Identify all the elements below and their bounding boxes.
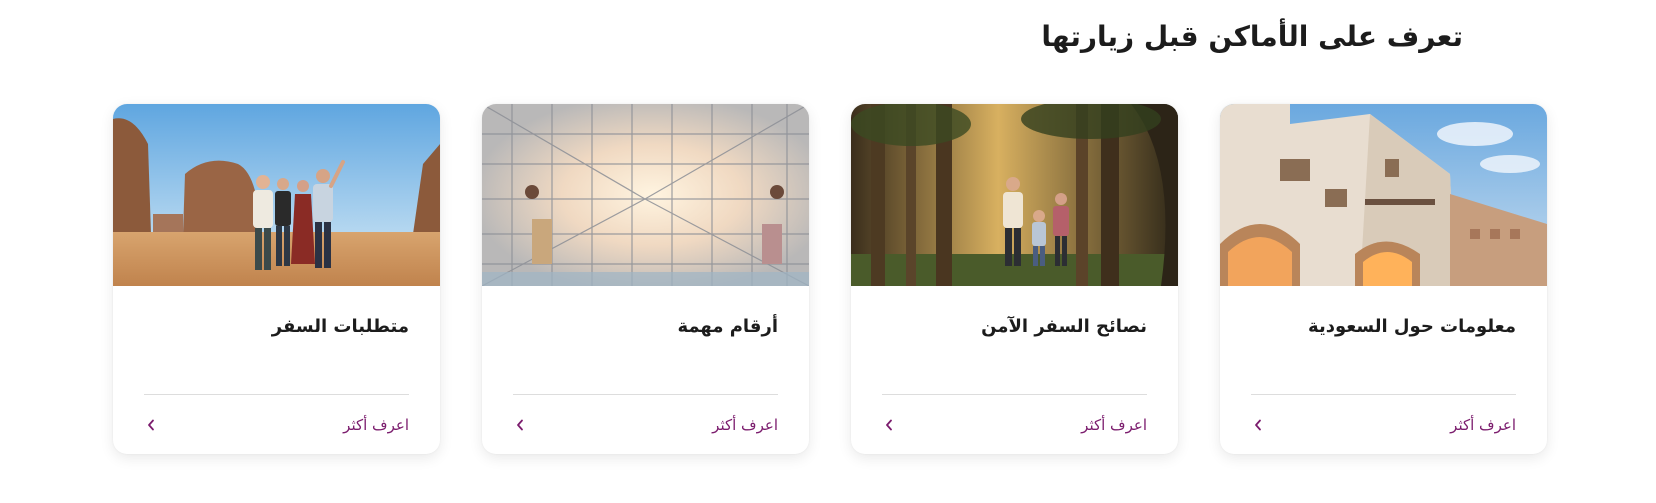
card-image-rock-selfie[interactable] [113, 104, 440, 286]
card-important-numbers[interactable]: أرقام مهمة اعرف أكثر [482, 104, 809, 454]
learn-more-link[interactable]: اعرف أكثر [513, 415, 778, 435]
card-title: معلومات حول السعودية [1308, 316, 1516, 337]
card-divider [1251, 394, 1516, 395]
learn-more-label: اعرف أكثر [712, 416, 778, 434]
learn-more-label: اعرف أكثر [1450, 416, 1516, 434]
card-image-station-hall[interactable] [482, 104, 809, 286]
chevron-left-icon [882, 418, 896, 432]
card-image-historic-building[interactable] [1220, 104, 1547, 286]
learn-more-link[interactable]: اعرف أكثر [882, 415, 1147, 435]
chevron-left-icon [144, 418, 158, 432]
card-body: أرقام مهمة اعرف أكثر [482, 286, 809, 454]
card-divider [513, 394, 778, 395]
card-body: نصائح السفر الآمن اعرف أكثر [851, 286, 1178, 454]
section-title: تعرف على الأماكن قبل زيارتها [1041, 20, 1463, 53]
card-title: أرقام مهمة [677, 316, 778, 337]
learn-more-label: اعرف أكثر [1081, 416, 1147, 434]
card-safe-travel-tips[interactable]: نصائح السفر الآمن اعرف أكثر [851, 104, 1178, 454]
card-saudi-info[interactable]: معلومات حول السعودية اعرف أكثر [1220, 104, 1547, 454]
cards-row: معلومات حول السعودية اعرف أكثر نصائح الس… [109, 104, 1547, 454]
card-divider [144, 394, 409, 395]
card-divider [882, 394, 1147, 395]
learn-more-link[interactable]: اعرف أكثر [144, 415, 409, 435]
learn-more-link[interactable]: اعرف أكثر [1251, 415, 1516, 435]
card-body: متطلبات السفر اعرف أكثر [113, 286, 440, 454]
learn-more-label: اعرف أكثر [343, 416, 409, 434]
card-image-palm-grove[interactable] [851, 104, 1178, 286]
card-title: متطلبات السفر [271, 316, 409, 337]
card-travel-requirements[interactable]: متطلبات السفر اعرف أكثر [113, 104, 440, 454]
card-title: نصائح السفر الآمن [981, 316, 1147, 337]
chevron-left-icon [1251, 418, 1265, 432]
card-body: معلومات حول السعودية اعرف أكثر [1220, 286, 1547, 454]
chevron-left-icon [513, 418, 527, 432]
